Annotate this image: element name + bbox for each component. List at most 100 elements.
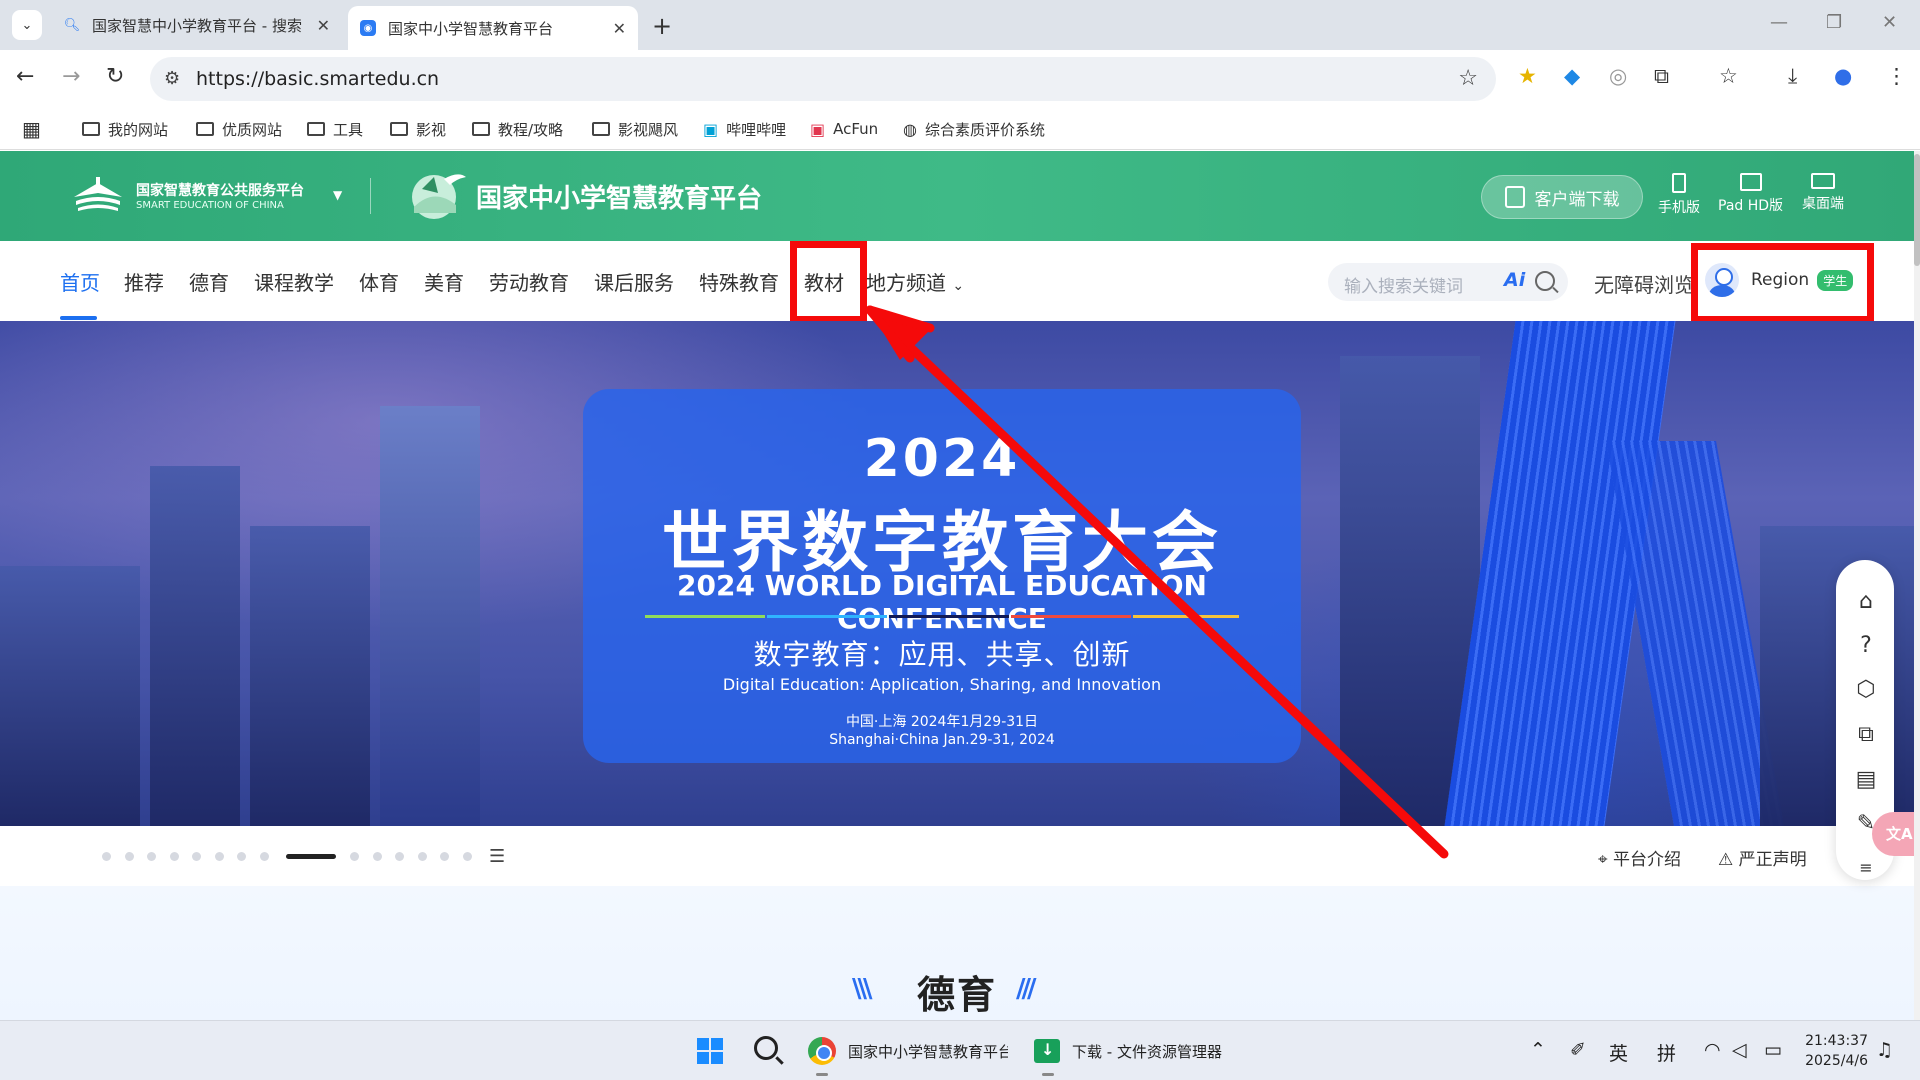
notification-bell-icon[interactable]: ♫ [1876, 1039, 1893, 1061]
help-icon[interactable]: ? [1853, 634, 1879, 658]
bookmark-bilibili[interactable]: ▣ 哔哩哔哩 [703, 116, 786, 142]
extension-bird-icon[interactable]: ◆ [1564, 64, 1580, 88]
nav-home[interactable]: 首页 [60, 267, 100, 296]
extensions-puzzle-icon[interactable]: ⧉ [1654, 64, 1669, 89]
pager-dot[interactable] [124, 852, 134, 861]
platform-title[interactable]: 国家中小学智慧教育平台 [476, 178, 762, 215]
browser-toolbar: ← → ↻ ⚙ https://basic.smartedu.cn ☆ ★ ◆ … [0, 50, 1920, 108]
pager-dot[interactable] [147, 852, 156, 861]
pager-dot[interactable] [440, 852, 449, 861]
device-label: Pad HD版 [1718, 198, 1784, 214]
tab-search-menu[interactable]: ⌄ [12, 10, 42, 40]
collapse-icon[interactable]: ≡ [1853, 856, 1879, 880]
bookmark-folder[interactable]: 我的网站 [82, 116, 168, 142]
pad-version-link[interactable]: Pad HD版 [1718, 173, 1783, 215]
scroll-thumb[interactable] [1914, 154, 1920, 266]
pager-dot[interactable] [169, 852, 179, 861]
close-tab-icon[interactable]: ✕ [317, 16, 330, 35]
extension-globe-icon[interactable]: ◎ [1609, 64, 1627, 88]
back-icon[interactable]: ← [16, 64, 34, 89]
nav-local[interactable]: 地方频道 ⌄ [866, 267, 964, 296]
bookmark-star-icon[interactable]: ☆ [1458, 66, 1478, 91]
language-indicator[interactable]: 英 [1609, 1039, 1628, 1066]
restore-icon[interactable]: ❐ [1826, 12, 1842, 33]
nav-labor[interactable]: 劳动教育 [489, 267, 569, 296]
pager-dot[interactable] [237, 852, 246, 861]
system-clock[interactable]: 21:43:37 2025/4/6 [1792, 1031, 1868, 1071]
platform-logo-icon[interactable] [404, 167, 472, 223]
bookmark-folder[interactable]: 优质网站 [196, 116, 282, 142]
caret-down-icon[interactable]: ▼ [333, 188, 342, 202]
extension-icon[interactable]: ★ [1518, 64, 1537, 88]
nav-sports[interactable]: 体育 [359, 267, 399, 296]
forward-icon[interactable]: → [62, 64, 80, 89]
reload-icon[interactable]: ↻ [106, 64, 124, 89]
search-input[interactable]: 输入搜索关键词 [1344, 272, 1463, 297]
scrollbar[interactable] [1914, 151, 1920, 1020]
bookmark-folder[interactable]: 教程/攻略 [472, 116, 563, 142]
pager-dot[interactable] [259, 852, 269, 861]
pager-dot[interactable] [395, 852, 404, 861]
new-tab-button[interactable]: + [652, 12, 672, 40]
nav-recommend[interactable]: 推荐 [124, 267, 164, 296]
nav-special[interactable]: 特殊教育 [699, 267, 779, 296]
client-download-button[interactable]: 客户端下载 [1481, 175, 1643, 219]
bookmark-folder[interactable]: 影视飓风 [592, 116, 678, 142]
tray-chevron-up-icon[interactable]: ⌃ [1530, 1039, 1546, 1061]
volume-icon[interactable]: ◁ [1732, 1039, 1747, 1061]
desktop-version-link[interactable]: 桌面端 [1802, 173, 1844, 213]
address-bar[interactable]: ⚙ https://basic.smartedu.cn ☆ [150, 57, 1496, 101]
apps-grid-icon[interactable]: ▦ [22, 116, 41, 142]
hero-banner[interactable]: 2024 世界数字教育大会 2024 WORLD DIGITAL EDUCATI… [0, 321, 1914, 826]
bookmark-folder[interactable]: 影视 [390, 116, 446, 142]
mobile-version-link[interactable]: 手机版 [1658, 173, 1700, 217]
pen-icon[interactable]: ✐ [1570, 1039, 1586, 1061]
nav-moral[interactable]: 德育 [189, 267, 229, 296]
tab-search-results[interactable]: 🔍︎ 国家智慧中小学教育平台 - 搜索 ✕ [52, 8, 342, 42]
accessibility-link[interactable]: 无障碍浏览 [1594, 269, 1694, 298]
pager-dot[interactable] [350, 852, 359, 861]
ime-indicator[interactable]: 拼 [1657, 1039, 1676, 1066]
statement-link[interactable]: ⚠ 严正声明 [1718, 845, 1807, 870]
battery-icon[interactable]: ▭ [1764, 1039, 1782, 1061]
ai-search-icon[interactable]: Ai [1504, 269, 1525, 291]
close-window-icon[interactable]: ✕ [1882, 12, 1897, 33]
search-box[interactable]: 输入搜索关键词 Ai [1328, 263, 1568, 301]
taskbar-explorer[interactable]: 下载 - 文件资源管理器 [1034, 1035, 1222, 1067]
nav-courses[interactable]: 课程教学 [254, 267, 334, 296]
taskbar-search-icon[interactable] [754, 1036, 778, 1060]
menu-icon[interactable]: ⋮ [1886, 64, 1907, 88]
pager-dot-active[interactable] [286, 854, 336, 859]
bookmark-folder[interactable]: 工具 [307, 116, 363, 142]
close-tab-icon[interactable]: ✕ [613, 19, 626, 38]
search-icon[interactable] [1535, 271, 1555, 291]
list-icon[interactable]: ☰ [489, 846, 505, 867]
pager-dot[interactable] [372, 852, 382, 861]
book-icon[interactable]: ▤ [1853, 768, 1879, 792]
nav-afterschool[interactable]: 课后服务 [594, 267, 674, 296]
pager-dot[interactable] [102, 852, 111, 861]
cube-icon[interactable]: ⬡ [1853, 678, 1879, 702]
bookmark-evaluation[interactable]: ◍ 综合素质评价系统 [903, 116, 1045, 142]
site-info-icon[interactable]: ⚙ [164, 68, 180, 89]
home-icon[interactable]: ⌂ [1853, 590, 1879, 614]
pager-dot[interactable] [214, 852, 224, 861]
download-icon[interactable]: ⤓ [1788, 64, 1797, 89]
devices-icon[interactable]: ⧉ [1853, 723, 1879, 747]
smart-education-logo-icon[interactable] [70, 175, 126, 215]
bookmark-acfun[interactable]: ▣ AcFun [810, 116, 878, 142]
url-text[interactable]: https://basic.smartedu.cn [196, 68, 439, 90]
wifi-icon[interactable]: ◠ [1704, 1039, 1721, 1061]
pager-dot[interactable] [462, 852, 472, 861]
tab-smartedu[interactable]: ◉ 国家中小学智慧教育平台 ✕ [348, 6, 638, 50]
taskbar-chrome[interactable]: 国家中小学智慧教育平台 [808, 1035, 1008, 1067]
minimize-icon[interactable]: — [1770, 12, 1788, 33]
pager-dot[interactable] [417, 852, 427, 861]
windows-start-icon[interactable] [697, 1038, 723, 1064]
favorites-icon[interactable]: ☆ [1719, 64, 1738, 88]
translate-icon[interactable]: 文A [1872, 812, 1920, 856]
profile-icon[interactable]: ● [1834, 64, 1852, 88]
nav-arts[interactable]: 美育 [424, 267, 464, 296]
platform-intro-link[interactable]: ⌖ 平台介绍 [1598, 845, 1681, 870]
pager-dot[interactable] [192, 852, 201, 861]
